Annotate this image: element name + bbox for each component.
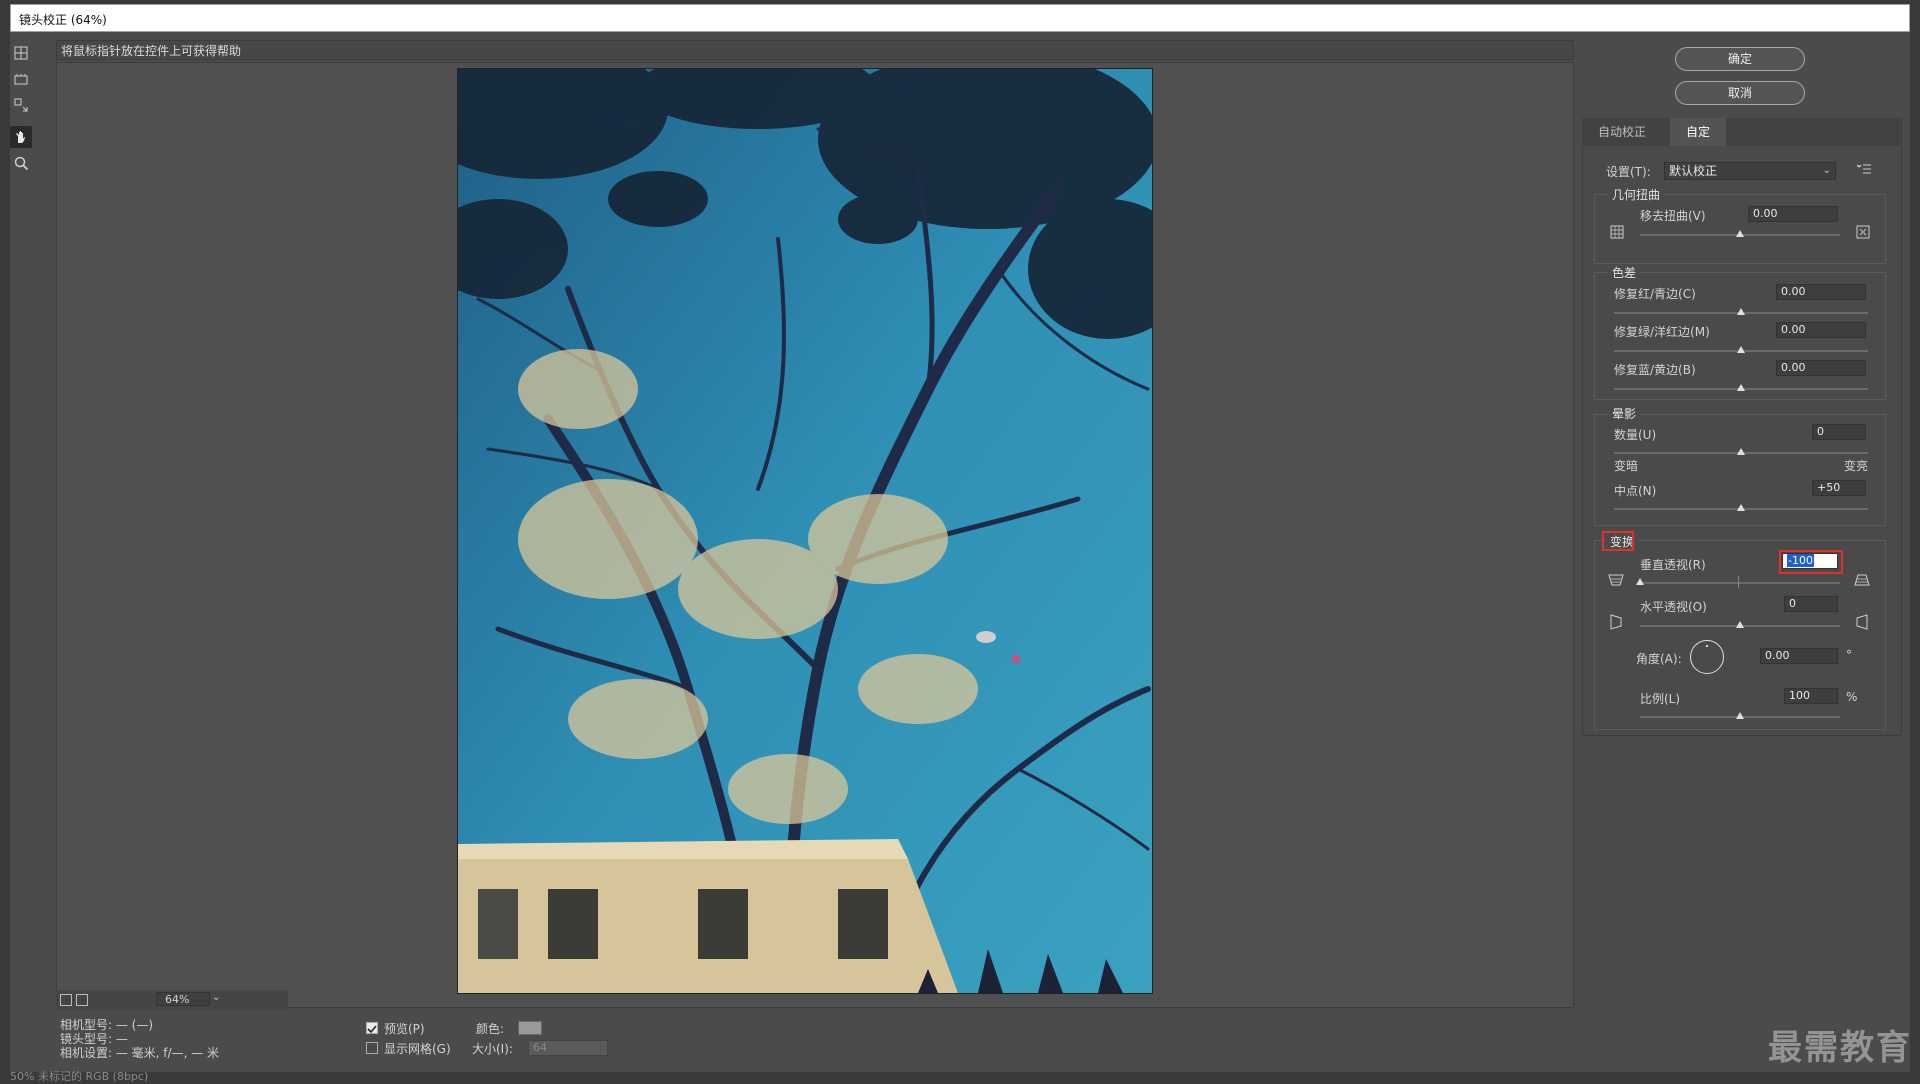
vignette-amount-label: 数量(U) xyxy=(1614,428,1657,442)
red-cyan-thumb[interactable] xyxy=(1737,308,1745,315)
zoom-level[interactable]: 64% xyxy=(156,992,210,1006)
scale-unit: % xyxy=(1846,690,1858,704)
vertical-perspective-thumb[interactable] xyxy=(1636,578,1644,585)
tab-bar: 自动校正 自定 xyxy=(1582,118,1900,146)
color-label: 颜色: xyxy=(476,1022,505,1036)
lighten-label: 变亮 xyxy=(1844,459,1869,473)
green-magenta-label: 修复绿/洋红边(M) xyxy=(1614,325,1710,339)
chromatic-aberration-title: 色差 xyxy=(1608,264,1641,281)
red-cyan-label: 修复红/青边(C) xyxy=(1614,287,1696,301)
slider-center-tick xyxy=(1738,576,1739,588)
camera-settings: 相机设置: — 毫米, f/—, — 米 xyxy=(60,1046,220,1060)
zoom-bar: 64% ⌄ xyxy=(56,990,288,1010)
watermark: 最需教育 xyxy=(1768,1028,1912,1068)
show-grid-label: 显示网格(G) xyxy=(384,1042,451,1056)
cancel-button[interactable]: 取消 xyxy=(1675,81,1805,105)
hand-tool-icon[interactable] xyxy=(10,126,32,148)
vignette-amount-thumb[interactable] xyxy=(1737,448,1745,455)
blue-yellow-thumb[interactable] xyxy=(1737,384,1745,391)
horizontal-perspective-label: 水平透视(O) xyxy=(1640,600,1707,614)
midpoint-thumb[interactable] xyxy=(1737,504,1745,511)
show-grid-checkbox[interactable] xyxy=(366,1042,378,1054)
menu-lines-icon[interactable] xyxy=(1856,162,1872,178)
settings-label: 设置(T): xyxy=(1606,165,1651,179)
remove-distortion-tool-icon[interactable] xyxy=(10,42,32,64)
geometric-distortion-section xyxy=(1594,194,1886,264)
midpoint-field[interactable]: +50 xyxy=(1812,480,1866,496)
scale-thumb[interactable] xyxy=(1736,712,1744,719)
darken-label: 变暗 xyxy=(1614,459,1639,473)
perspective-top-icon xyxy=(1608,573,1624,589)
fit-view-icon[interactable] xyxy=(60,994,72,1006)
preview-image[interactable] xyxy=(457,68,1153,994)
ok-button[interactable]: 确定 xyxy=(1675,47,1805,71)
scale-label: 比例(L) xyxy=(1640,692,1681,706)
zoom-tool-icon[interactable] xyxy=(10,152,32,174)
zoom-dropdown-chevron-icon[interactable]: ⌄ xyxy=(212,992,220,1003)
straighten-tool-icon[interactable] xyxy=(10,68,32,90)
angle-field[interactable]: 0.00 xyxy=(1760,648,1838,664)
remove-distortion-thumb[interactable] xyxy=(1736,230,1744,237)
help-text: 将鼠标指针放在控件上可获得帮助 xyxy=(61,44,242,58)
vignette-title: 晕影 xyxy=(1608,405,1641,422)
move-grid-tool-icon[interactable] xyxy=(10,94,32,116)
angle-unit: ° xyxy=(1846,648,1852,662)
vertical-perspective-highlight xyxy=(1779,550,1843,574)
red-cyan-field[interactable]: 0.00 xyxy=(1776,284,1866,300)
horizontal-perspective-thumb[interactable] xyxy=(1736,621,1744,628)
transform-title-highlight xyxy=(1602,531,1634,551)
remove-distortion-field[interactable]: 0.00 xyxy=(1748,206,1838,222)
grid-size-select[interactable]: 64 xyxy=(528,1040,608,1056)
pincushion-icon xyxy=(1609,225,1625,241)
settings-select[interactable]: 默认校正 ⌄ xyxy=(1664,162,1836,180)
window-title: 镜头校正 (64%) xyxy=(19,13,107,27)
actual-pixels-icon[interactable] xyxy=(76,994,88,1006)
tab-custom[interactable]: 自定 xyxy=(1670,118,1727,146)
help-bar: 将鼠标指针放在控件上可获得帮助 xyxy=(56,40,1574,60)
midpoint-label: 中点(N) xyxy=(1614,484,1657,498)
green-magenta-thumb[interactable] xyxy=(1737,346,1745,353)
geometric-distortion-title: 几何扭曲 xyxy=(1608,186,1665,203)
angle-label: 角度(A): xyxy=(1636,652,1682,666)
perspective-left-icon xyxy=(1608,614,1624,630)
grid-color-swatch[interactable] xyxy=(518,1021,542,1035)
green-magenta-field[interactable]: 0.00 xyxy=(1776,322,1866,338)
barrel-icon xyxy=(1855,225,1871,241)
blue-yellow-label: 修复蓝/黄边(B) xyxy=(1614,363,1696,377)
status-strip: 50% 未标记的 RGB (8bpc) xyxy=(10,1070,149,1083)
perspective-bottom-icon xyxy=(1854,573,1870,589)
size-label: 大小(I): xyxy=(472,1042,513,1056)
preview-checkbox[interactable] xyxy=(366,1022,378,1034)
vertical-perspective-slider[interactable] xyxy=(1640,582,1840,584)
preview-label: 预览(P) xyxy=(384,1022,425,1036)
chevron-down-icon: ⌄ xyxy=(1822,165,1831,176)
vertical-perspective-label: 垂直透视(R) xyxy=(1640,558,1706,572)
vignette-amount-field[interactable]: 0 xyxy=(1812,424,1866,440)
perspective-right-icon xyxy=(1854,614,1870,630)
horizontal-perspective-field[interactable]: 0 xyxy=(1784,596,1838,612)
scale-field[interactable]: 100 xyxy=(1784,688,1838,704)
remove-distortion-label: 移去扭曲(V) xyxy=(1640,209,1706,223)
window-titlebar: 镜头校正 (64%) xyxy=(10,4,1910,32)
angle-dial[interactable] xyxy=(1690,640,1724,674)
blue-yellow-field[interactable]: 0.00 xyxy=(1776,360,1866,376)
tab-auto-correction[interactable]: 自动校正 xyxy=(1582,118,1662,146)
